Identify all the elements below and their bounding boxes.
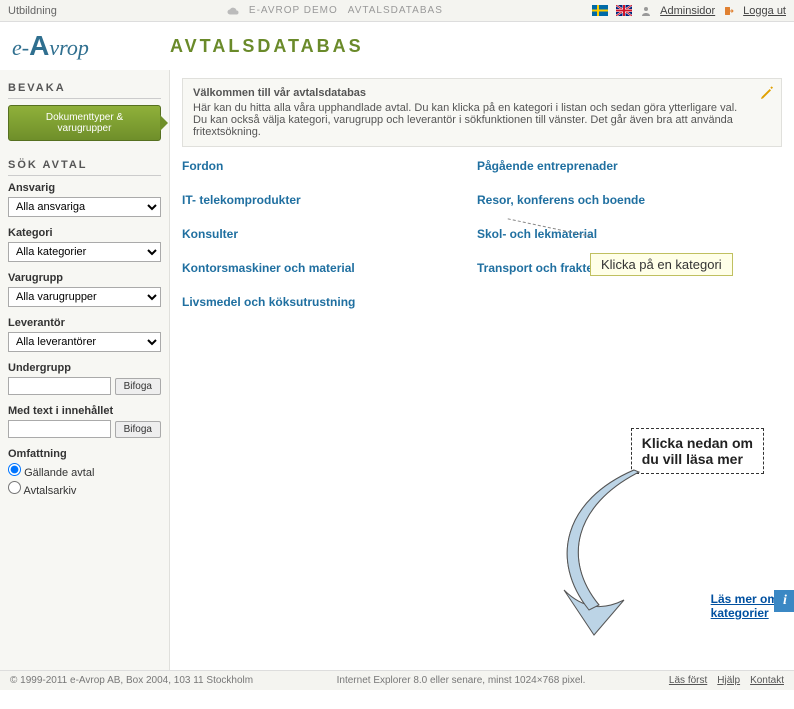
section-bevaka: BEVAKA xyxy=(8,76,161,99)
footer-kontakt-link[interactable]: Kontakt xyxy=(750,675,784,686)
footer-hjalp-link[interactable]: Hjälp xyxy=(717,675,740,686)
info-icon[interactable]: i xyxy=(774,590,794,612)
page-title: AVTALSDATABAS xyxy=(170,36,364,57)
logo-pre: e- xyxy=(12,35,29,60)
omfattning-label: Omfattning xyxy=(8,448,161,460)
callout-click-category: Klicka på en kategori xyxy=(590,253,733,276)
radio1-label: Gällande avtal xyxy=(24,467,94,479)
section-sok: SÖK AVTAL xyxy=(8,153,161,176)
breadcrumb: E-AVROP DEMO AVTALSDATABAS xyxy=(227,5,443,17)
footer-copyright: © 1999-2011 e-Avrop AB, Box 2004, 103 11… xyxy=(10,675,253,686)
edit-icon[interactable] xyxy=(759,85,775,101)
varugrupp-select[interactable]: Alla varugrupper xyxy=(8,287,161,307)
undergrupp-input[interactable] xyxy=(8,377,111,395)
undergrupp-label: Undergrupp xyxy=(8,362,161,374)
ansvarig-label: Ansvarig xyxy=(8,182,161,194)
kategori-select[interactable]: Alla kategorier xyxy=(8,242,161,262)
welcome-body: Här kan du hitta alla våra upphandlade a… xyxy=(193,102,737,138)
radio2-label: Avtalsarkiv xyxy=(23,485,76,497)
sidebar: BEVAKA Dokumenttyper & varugrupper SÖK A… xyxy=(0,70,170,670)
category-link[interactable]: Konsulter xyxy=(182,227,447,241)
top-strip: Utbildning E-AVROP DEMO AVTALSDATABAS Ad… xyxy=(0,0,794,22)
category-link[interactable]: IT- telekomprodukter xyxy=(182,193,447,207)
welcome-box: Välkommen till vår avtalsdatabas Här kan… xyxy=(182,78,782,147)
footer-browser-req: Internet Explorer 8.0 eller senare, mins… xyxy=(337,675,586,686)
callout2-line1: Klicka nedan om xyxy=(642,435,753,451)
readmore-line2: kategorier xyxy=(711,606,769,620)
category-link[interactable]: Kontorsmaskiner och material xyxy=(182,261,447,275)
footer-lasforst-link[interactable]: Läs först xyxy=(669,675,707,686)
kategori-label: Kategori xyxy=(8,227,161,239)
logo-mid: A xyxy=(29,30,49,61)
user-icon xyxy=(640,5,652,17)
welcome-title: Välkommen till vår avtalsdatabas xyxy=(193,87,751,99)
category-link[interactable]: Fordon xyxy=(182,159,447,173)
fritext-input[interactable] xyxy=(8,420,111,438)
leverantor-select[interactable]: Alla leverantörer xyxy=(8,332,161,352)
logo-post: vrop xyxy=(49,35,89,60)
leverantor-label: Leverantör xyxy=(8,317,161,329)
top-left-text: Utbildning xyxy=(8,5,57,17)
logout-icon xyxy=(723,5,735,17)
main-content: Välkommen till vår avtalsdatabas Här kan… xyxy=(170,70,794,670)
curved-arrow-icon xyxy=(544,460,684,640)
category-link[interactable]: Pågående entreprenader xyxy=(477,159,742,173)
category-grid: Fordon Pågående entreprenader IT- teleko… xyxy=(182,159,742,309)
readmore-line1: Läs mer om xyxy=(711,592,778,606)
breadcrumb-1: E-AVROP DEMO xyxy=(249,5,338,17)
flag-se-icon[interactable] xyxy=(592,5,608,16)
fritext-label: Med text i innehållet xyxy=(8,405,161,417)
header: e-Avrop AVTALSDATABAS xyxy=(0,22,794,70)
logo: e-Avrop xyxy=(0,30,170,62)
logout-link[interactable]: Logga ut xyxy=(743,5,786,17)
radio-arkiv[interactable]: Avtalsarkiv xyxy=(8,481,161,497)
ansvarig-select[interactable]: Alla ansvariga xyxy=(8,197,161,217)
read-more-link[interactable]: Läs mer om kategorier xyxy=(711,592,778,620)
category-link[interactable]: Livsmedel och köksutrustning xyxy=(182,295,447,309)
docs-btn-line2: varugrupper xyxy=(58,123,112,134)
docs-btn-line1: Dokumenttyper & xyxy=(46,112,123,123)
breadcrumb-2: AVTALSDATABAS xyxy=(348,5,443,17)
flag-uk-icon[interactable] xyxy=(616,5,632,16)
radio-gallande[interactable]: Gällande avtal xyxy=(8,463,161,479)
adminsidor-link[interactable]: Adminsidor xyxy=(660,5,715,17)
footer: © 1999-2011 e-Avrop AB, Box 2004, 103 11… xyxy=(0,670,794,690)
cloud-icon xyxy=(227,5,239,17)
fritext-attach-button[interactable]: Bifoga xyxy=(115,421,161,438)
docs-and-groups-button[interactable]: Dokumenttyper & varugrupper xyxy=(8,105,161,141)
varugrupp-label: Varugrupp xyxy=(8,272,161,284)
category-link[interactable]: Resor, konferens och boende xyxy=(477,193,742,207)
undergrupp-attach-button[interactable]: Bifoga xyxy=(115,378,161,395)
